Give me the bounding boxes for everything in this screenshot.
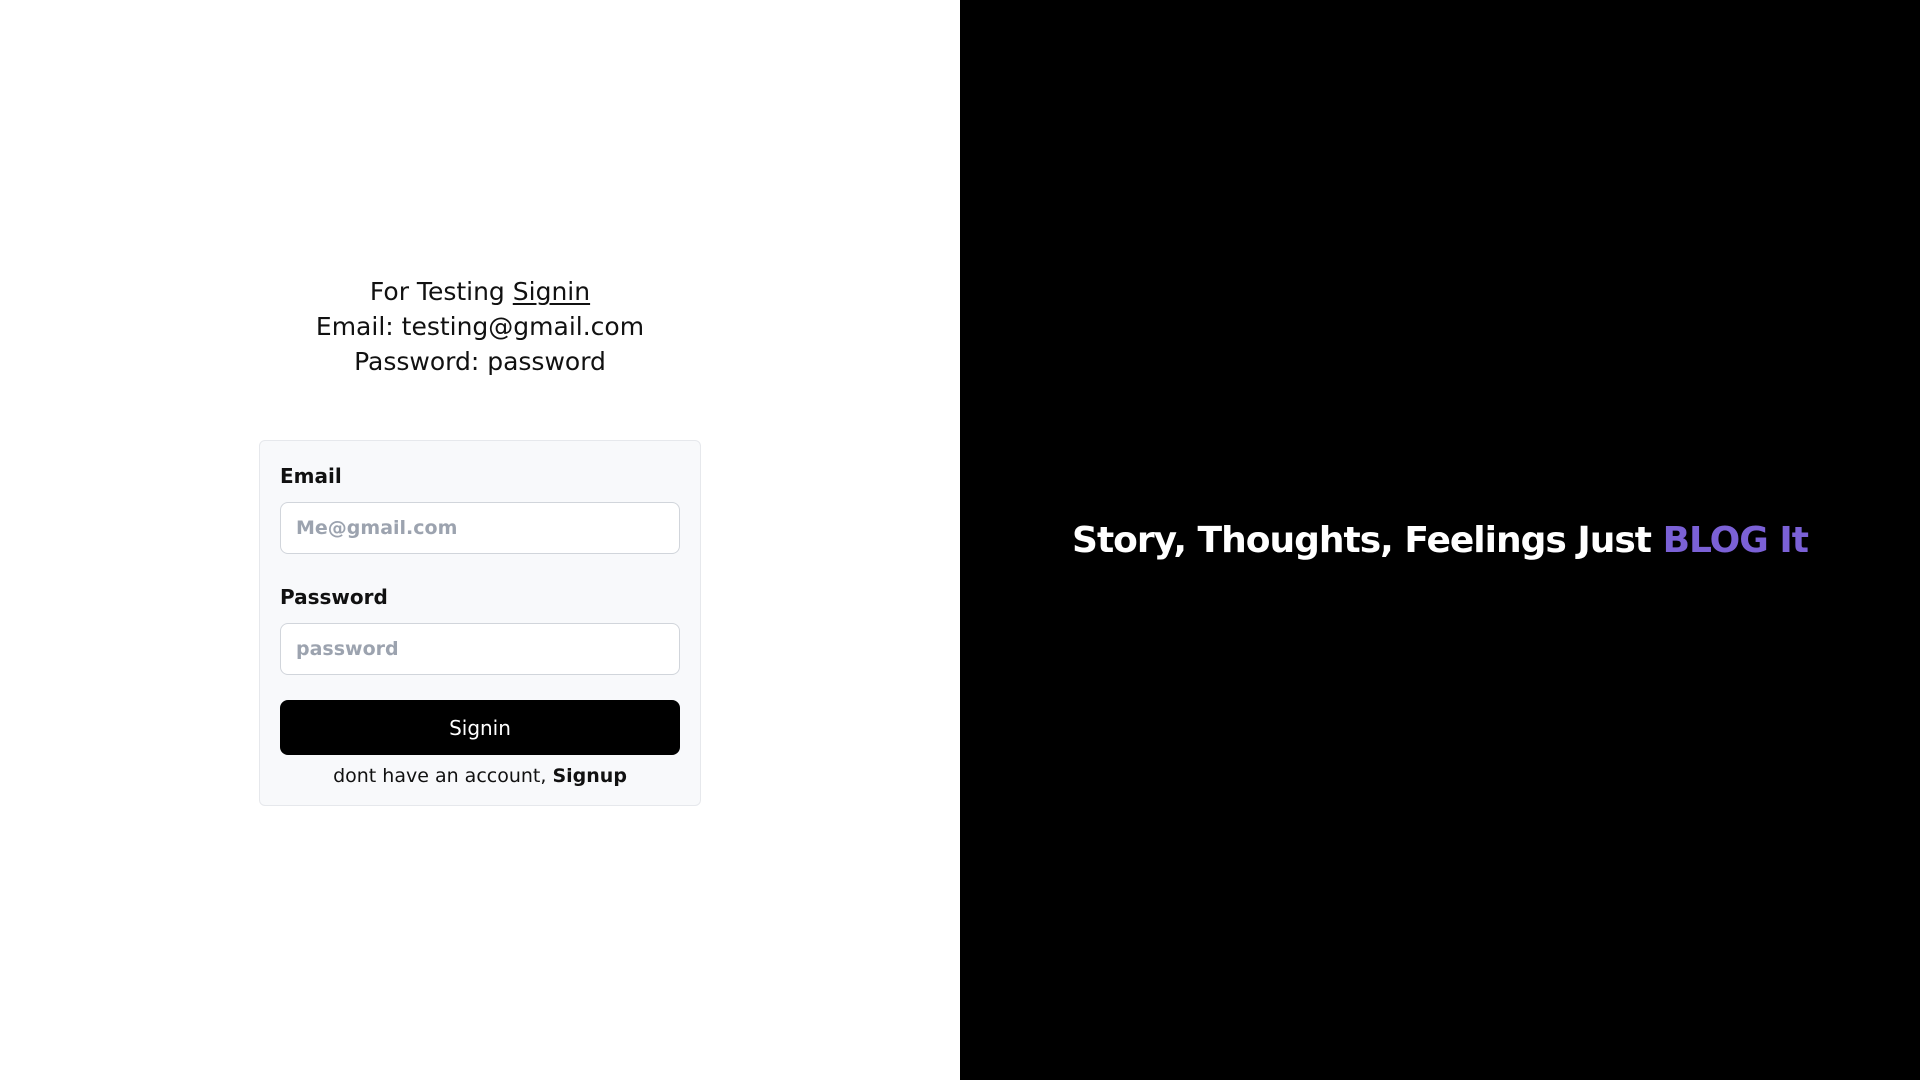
test-signin-link[interactable]: Signin bbox=[513, 277, 590, 306]
test-credentials-info: For Testing Signin Email: testing@gmail.… bbox=[0, 274, 960, 379]
email-input[interactable] bbox=[280, 502, 680, 554]
test-info-prefix: For Testing bbox=[369, 277, 505, 306]
signup-prompt: dont have an account, bbox=[333, 765, 547, 787]
email-label: Email bbox=[280, 464, 342, 488]
signup-link[interactable]: Signup bbox=[552, 765, 626, 787]
signin-button[interactable]: Signin bbox=[280, 700, 680, 755]
tagline-main: Story, Thoughts, Feelings Just bbox=[1072, 519, 1652, 561]
signin-pane: For Testing Signin Email: testing@gmail.… bbox=[0, 0, 960, 1080]
signin-form: Email Password Signin dont have an accou… bbox=[259, 440, 701, 806]
hero-tagline: Story, Thoughts, Feelings Just BLOG It bbox=[1072, 519, 1809, 561]
password-input[interactable] bbox=[280, 623, 680, 675]
test-info-line-1: For Testing Signin bbox=[0, 274, 960, 309]
auth-page: For Testing Signin Email: testing@gmail.… bbox=[0, 0, 1920, 1080]
tagline-accent: BLOG It bbox=[1662, 519, 1809, 561]
test-password-text: Password: password bbox=[354, 347, 606, 376]
signup-row: dont have an account, Signup bbox=[280, 761, 680, 791]
password-label: Password bbox=[280, 585, 388, 609]
hero-pane: Story, Thoughts, Feelings Just BLOG It bbox=[960, 0, 1920, 1080]
test-email-text: Email: testing@gmail.com bbox=[315, 312, 645, 341]
